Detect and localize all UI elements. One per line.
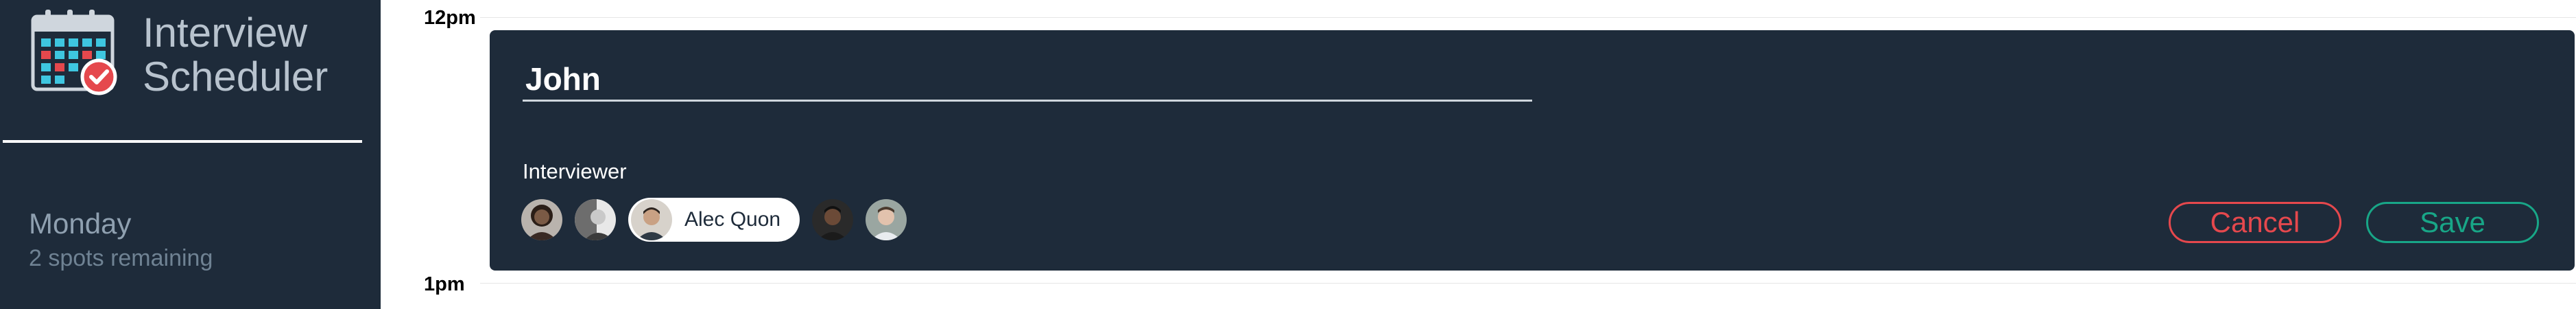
- interviewer-list: Alec Quon: [521, 198, 919, 242]
- avatar-icon: [575, 199, 616, 240]
- avatar-icon: [812, 199, 854, 240]
- interviewer-selected[interactable]: Alec Quon: [628, 198, 800, 242]
- student-name-input[interactable]: [523, 58, 1532, 102]
- save-button[interactable]: Save: [2366, 202, 2539, 243]
- app-title-line2: Scheduler: [143, 54, 329, 100]
- app-title: Interview Scheduler: [143, 11, 328, 99]
- cancel-button[interactable]: Cancel: [2169, 202, 2341, 243]
- avatar-icon: [866, 199, 907, 240]
- calendar-check-icon: [31, 10, 117, 95]
- interviewer-avatar[interactable]: [866, 199, 907, 240]
- avatar-icon: [631, 199, 672, 240]
- time-label-start: 12pm: [424, 7, 476, 29]
- interviewer-avatar[interactable]: [521, 199, 562, 240]
- interviewer-avatar[interactable]: [812, 199, 854, 240]
- sidebar: Interview Scheduler Monday 2 spots remai…: [0, 0, 381, 309]
- hour-divider-start: [480, 17, 2576, 18]
- sidebar-divider: [3, 140, 362, 143]
- day-name[interactable]: Monday: [29, 207, 131, 240]
- app-title-line1: Interview: [143, 10, 308, 56]
- interviewer-label: Interviewer: [523, 159, 627, 183]
- appointment-form: Interviewer: [490, 30, 2575, 271]
- avatar-icon: [521, 199, 562, 240]
- interviewer-avatar: [631, 199, 672, 240]
- interviewer-avatar[interactable]: [575, 199, 616, 240]
- spots-remaining: 2 spots remaining: [29, 245, 213, 271]
- interviewer-name: Alec Quon: [684, 208, 781, 231]
- time-label-end: 1pm: [424, 273, 465, 295]
- hour-divider-end: [480, 283, 2576, 284]
